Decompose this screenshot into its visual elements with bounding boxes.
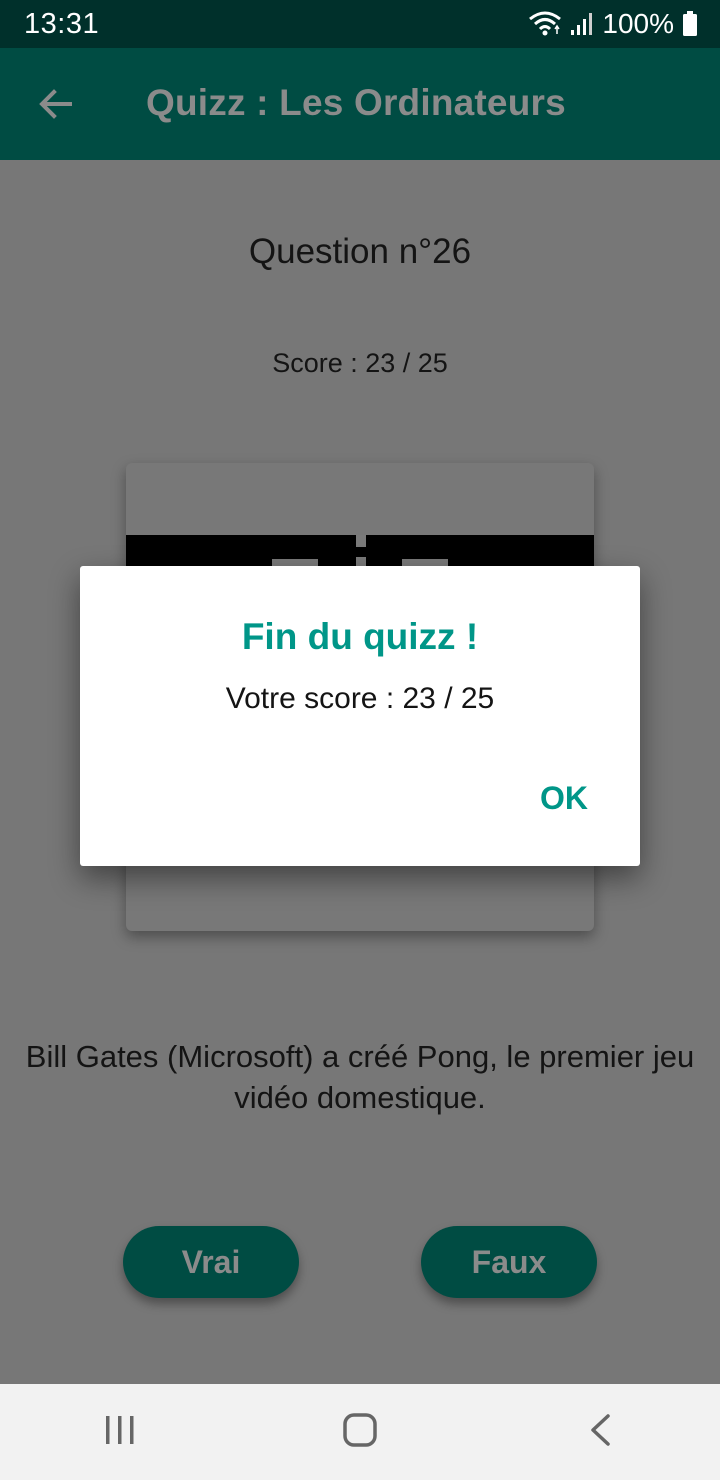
recent-apps-button[interactable] xyxy=(80,1402,160,1462)
false-button[interactable]: Faux xyxy=(421,1226,597,1298)
pong-net-dash xyxy=(356,547,366,557)
dialog-message: Votre score : 23 / 25 xyxy=(225,682,495,715)
back-icon xyxy=(588,1413,612,1452)
battery-icon xyxy=(682,11,698,37)
app-title: Quizz : Les Ordinateurs xyxy=(146,82,566,123)
status-time: 13:31 xyxy=(24,7,100,40)
nav-back-button[interactable] xyxy=(560,1402,640,1462)
status-icons: 100% xyxy=(528,8,698,40)
end-quiz-dialog: Fin du quizz ! Votre score : 23 / 25 OK xyxy=(80,566,640,866)
back-button[interactable] xyxy=(30,80,82,132)
ok-button[interactable]: OK xyxy=(540,780,588,817)
true-button[interactable]: Vrai xyxy=(123,1226,299,1298)
question-number: Question n°26 xyxy=(248,232,472,271)
signal-icon xyxy=(570,12,594,36)
score-text: Score : 23 / 25 xyxy=(272,348,448,378)
app-bar: Quizz : Les Ordinateurs xyxy=(0,48,720,160)
status-bar: 13:31 100% xyxy=(0,0,720,48)
home-button[interactable] xyxy=(320,1402,400,1462)
home-icon xyxy=(342,1412,378,1453)
arrow-back-icon xyxy=(38,86,74,127)
system-nav-bar xyxy=(0,1384,720,1480)
battery-percent: 100% xyxy=(602,8,674,39)
recent-apps-icon xyxy=(103,1414,137,1451)
dialog-title: Fin du quizz ! xyxy=(241,616,479,657)
wifi-icon xyxy=(528,11,562,37)
question-statement: Bill Gates (Microsoft) a créé Pong, le p… xyxy=(25,1039,695,1115)
